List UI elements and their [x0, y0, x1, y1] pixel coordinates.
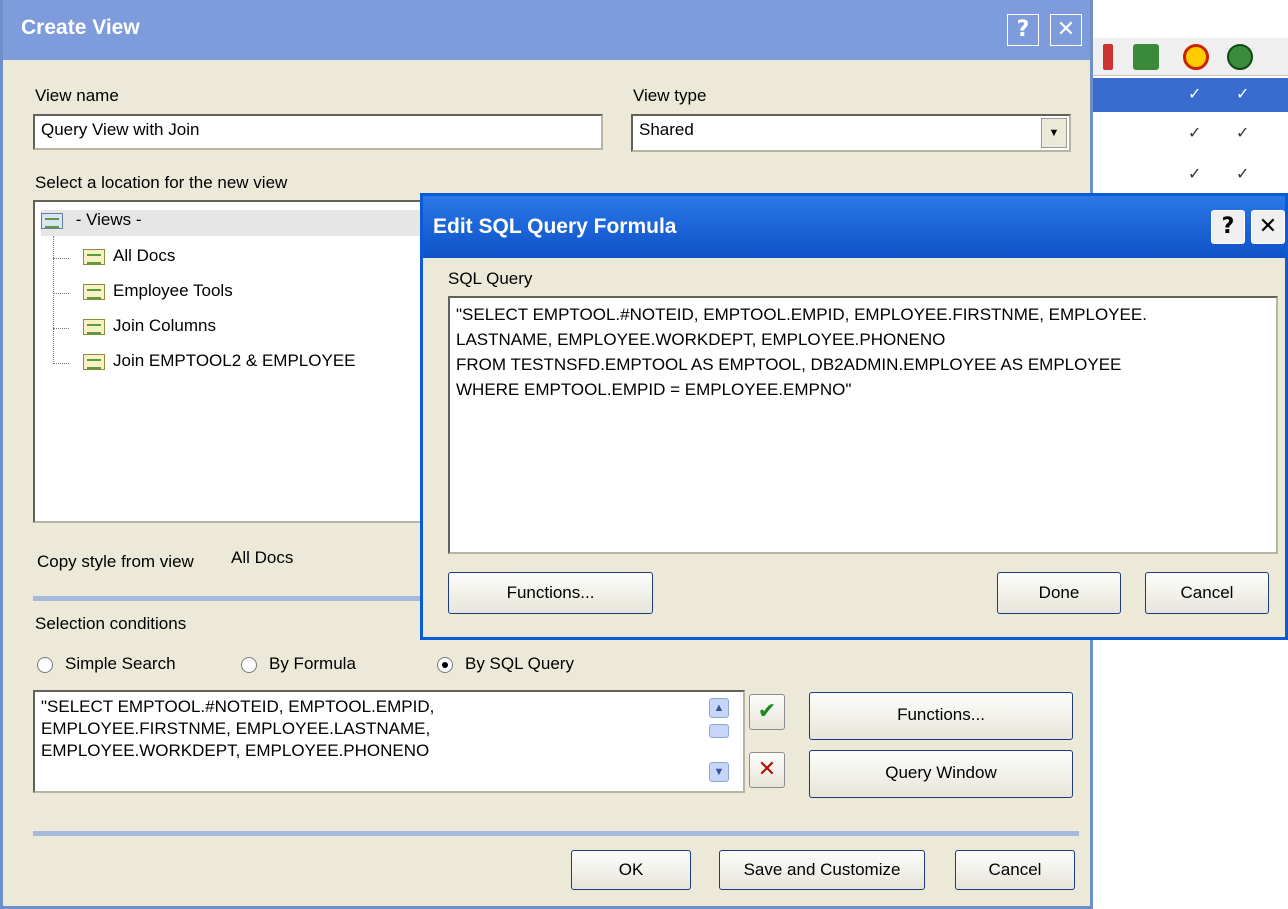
- sql-query-label: SQL Query: [448, 269, 533, 288]
- radio-label: By SQL Query: [465, 654, 574, 673]
- tree-line: [53, 236, 54, 364]
- save-and-customize-button[interactable]: Save and Customize: [719, 850, 925, 890]
- close-button[interactable]: ✕: [1251, 210, 1285, 244]
- view-location-tree[interactable]: - Views - All Docs Employee Tools Join C…: [33, 200, 453, 523]
- tree-item-label: All Docs: [113, 246, 176, 265]
- edit-sql-dialog: Edit SQL Query Formula ? ✕ SQL Query "SE…: [420, 193, 1288, 640]
- dialog-title: Create View: [21, 16, 140, 39]
- button-label: Save and Customize: [743, 860, 901, 879]
- checkmark-icon: ✓: [1236, 84, 1250, 103]
- tree-item-label: Join EMPTOOL2 & EMPLOYEE: [113, 351, 356, 370]
- tree-line: [53, 258, 69, 259]
- table-row[interactable]: ✓ ✓: [1093, 115, 1288, 149]
- checkmark-icon: ✓: [1188, 123, 1202, 142]
- close-button[interactable]: ✕: [1050, 14, 1082, 46]
- button-label: Functions...: [506, 583, 595, 602]
- tree-root-label: - Views -: [75, 210, 142, 229]
- tree-item[interactable]: Join Columns: [83, 316, 216, 336]
- table-row[interactable]: ✓ ✓: [1093, 78, 1288, 112]
- tree-root[interactable]: - Views -: [41, 210, 441, 236]
- tree-line: [53, 328, 69, 329]
- tree-line: [53, 293, 69, 294]
- scroll-up-icon[interactable]: ▲: [709, 698, 729, 718]
- cancel-x-button[interactable]: ✕: [749, 752, 785, 788]
- selection-condition-textarea[interactable]: "SELECT EMPTOOL.#NOTEID, EMPTOOL.EMPID, …: [33, 690, 745, 793]
- view-icon: [83, 283, 105, 300]
- scrollbar-thumb[interactable]: [709, 724, 729, 738]
- view-type-select[interactable]: Shared ▼: [631, 114, 1071, 152]
- grid-icon[interactable]: [1133, 44, 1159, 70]
- copy-style-select[interactable]: All Docs: [225, 544, 425, 582]
- tree-item-label: Join Columns: [113, 316, 216, 335]
- accept-checkmark-button[interactable]: ✔: [749, 694, 785, 730]
- tree-item[interactable]: Employee Tools: [83, 281, 233, 301]
- section-divider: [33, 831, 1079, 836]
- view-icon: [83, 353, 105, 370]
- button-label: Cancel: [988, 860, 1042, 879]
- button-label: Cancel: [1180, 583, 1234, 602]
- view-type-value: Shared: [639, 120, 694, 139]
- button-label: Query Window: [885, 763, 997, 782]
- view-icon: [83, 248, 105, 265]
- button-label: OK: [618, 860, 644, 879]
- view-type-label: View type: [633, 86, 707, 105]
- tree-item[interactable]: Join EMPTOOL2 & EMPLOYEE: [83, 351, 356, 371]
- radio-icon: [37, 656, 53, 673]
- checkmark-icon: ✓: [1188, 84, 1202, 103]
- button-label: Done: [1038, 583, 1080, 602]
- view-icon: [83, 318, 105, 335]
- edit-sql-titlebar[interactable]: Edit SQL Query Formula ? ✕: [423, 196, 1285, 258]
- table-row[interactable]: ✓ ✓: [1093, 158, 1288, 192]
- selection-conditions-label: Selection conditions: [35, 614, 187, 633]
- help-button[interactable]: ?: [1211, 210, 1245, 244]
- by-sql-query-radio[interactable]: By SQL Query: [437, 654, 574, 674]
- radio-icon: [241, 656, 257, 673]
- by-formula-radio[interactable]: By Formula: [241, 654, 356, 674]
- ok-button[interactable]: OK: [571, 850, 691, 890]
- button-label: Functions...: [897, 705, 985, 724]
- functions-button[interactable]: Functions...: [809, 692, 1073, 740]
- views-folder-icon: [41, 212, 63, 229]
- view-name-label: View name: [35, 86, 119, 105]
- radio-label: By Formula: [269, 654, 356, 673]
- cancel-button[interactable]: Cancel: [1145, 572, 1269, 614]
- background-toolbar: [1093, 38, 1288, 76]
- checkmark-icon: ✓: [1236, 164, 1250, 183]
- radio-label: Simple Search: [65, 654, 176, 673]
- database-icon[interactable]: [1183, 44, 1209, 70]
- tree-item-label: Employee Tools: [113, 281, 233, 300]
- functions-button[interactable]: Functions...: [448, 572, 653, 614]
- create-view-titlebar[interactable]: Create View ? ✕: [3, 0, 1090, 60]
- globe-icon[interactable]: [1227, 44, 1253, 70]
- section-divider: [33, 596, 425, 601]
- dialog-title: Edit SQL Query Formula: [433, 215, 677, 238]
- help-button[interactable]: ?: [1007, 14, 1039, 46]
- tree-line: [53, 363, 69, 364]
- done-button[interactable]: Done: [997, 572, 1121, 614]
- sql-query-textarea[interactable]: "SELECT EMPTOOL.#NOTEID, EMPTOOL.EMPID, …: [448, 296, 1278, 554]
- query-window-button[interactable]: Query Window: [809, 750, 1073, 798]
- checkmark-icon: ✓: [1236, 123, 1250, 142]
- view-name-input[interactable]: Query View with Join: [33, 114, 603, 150]
- radio-selected-icon: [437, 656, 453, 673]
- checkmark-icon: ✓: [1188, 164, 1202, 183]
- chevron-down-icon[interactable]: ▼: [1041, 118, 1067, 148]
- location-label: Select a location for the new view: [35, 173, 288, 192]
- cancel-button[interactable]: Cancel: [955, 850, 1075, 890]
- scroll-down-icon[interactable]: ▼: [709, 762, 729, 782]
- tree-item[interactable]: All Docs: [83, 246, 175, 266]
- arrow-icon[interactable]: [1103, 44, 1113, 70]
- simple-search-radio[interactable]: Simple Search: [37, 654, 176, 674]
- copy-style-label: Copy style from view: [37, 552, 194, 571]
